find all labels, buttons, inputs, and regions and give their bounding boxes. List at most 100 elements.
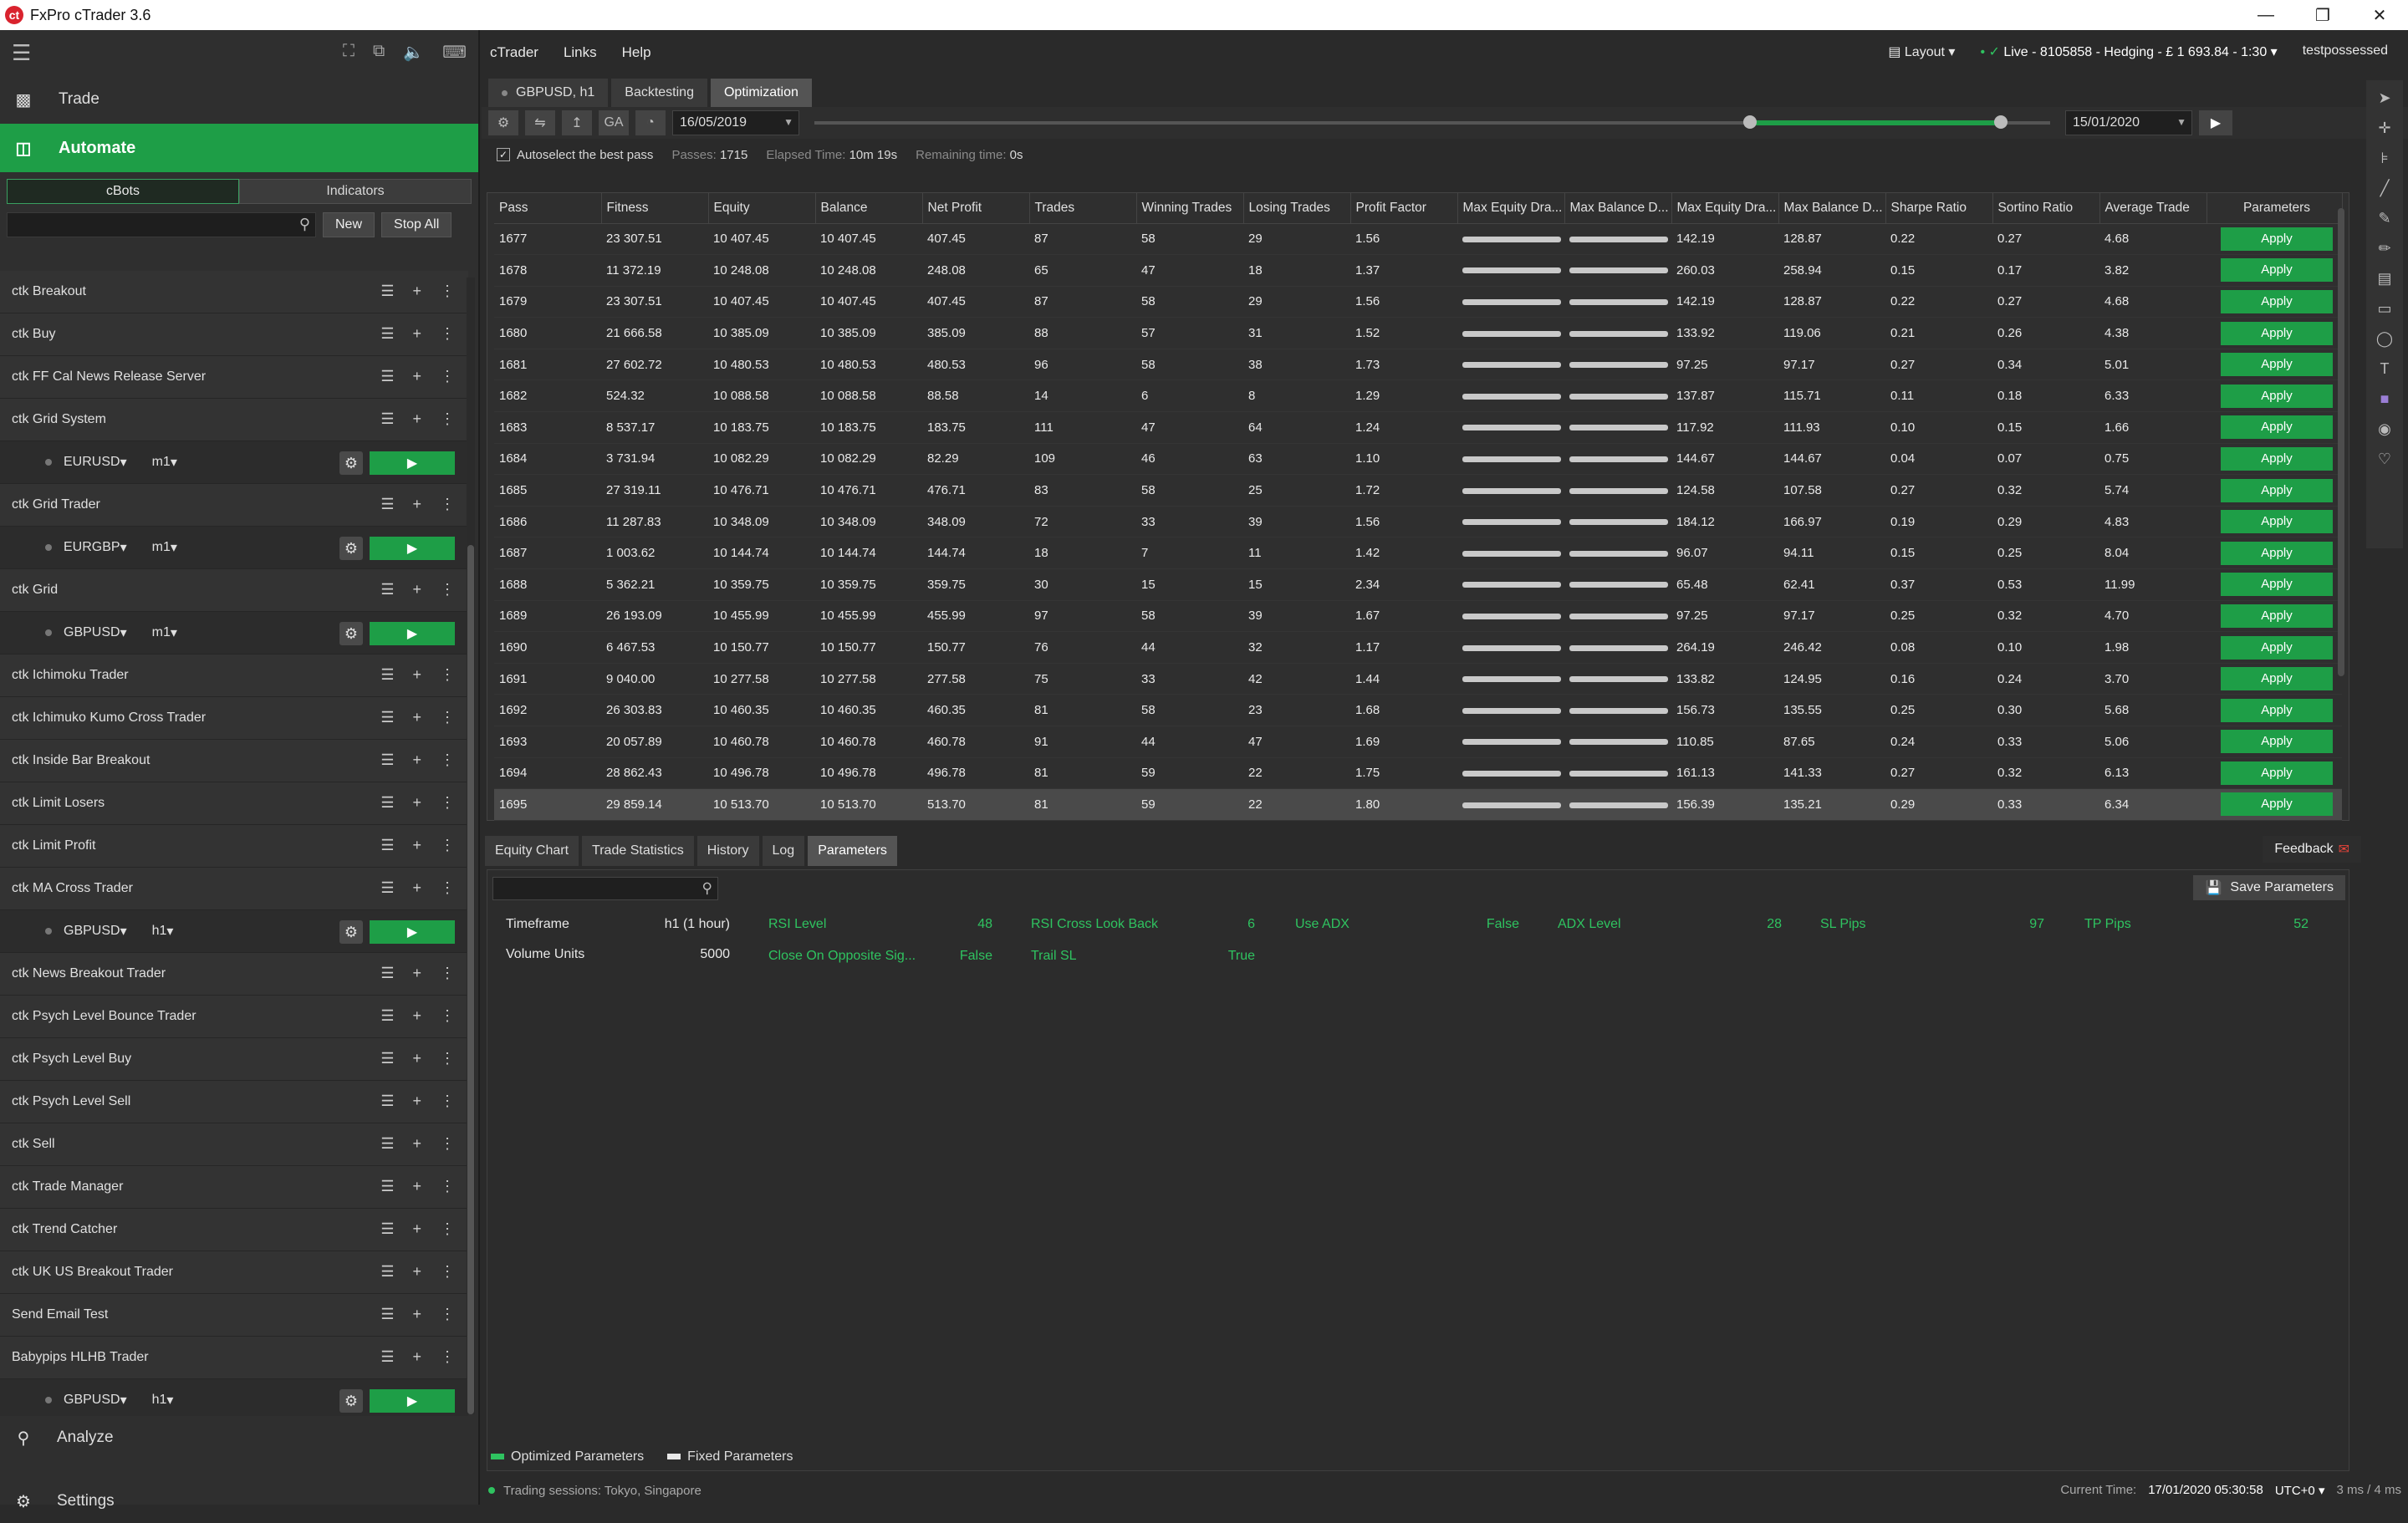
instance-play-button[interactable]: ▶: [370, 920, 455, 944]
instance-play-button[interactable]: ▶: [370, 451, 455, 475]
line-tool-icon[interactable]: ⊧: [2380, 147, 2388, 169]
bot-row[interactable]: ctk Limit Losers ☰ + ⋮: [0, 782, 468, 825]
instance-row[interactable]: EURGBP ▾ m1 ▾ ⚙ ▶: [0, 527, 468, 569]
bottom-tab[interactable]: Trade Statistics: [582, 836, 694, 866]
column-header[interactable]: Equity: [708, 193, 816, 224]
table-row[interactable]: 1693 20 057.89 10 460.78 10 460.78 460.78 91 4…: [494, 726, 2342, 758]
backtest-icon[interactable]: ☰: [380, 1348, 394, 1366]
add-instance-icon[interactable]: +: [412, 965, 421, 982]
parameter-item[interactable]: RSI Cross Look Back 6: [1031, 917, 1255, 937]
menu-links[interactable]: Links: [564, 44, 597, 61]
fullscreen-icon[interactable]: ⛶: [343, 42, 355, 63]
instance-row[interactable]: GBPUSD ▾ m1 ▾ ⚙ ▶: [0, 612, 468, 655]
table-row[interactable]: 1685 27 319.11 10 476.71 10 476.71 476.71 83 5…: [494, 474, 2342, 507]
table-row[interactable]: 1687 1 003.62 10 144.74 10 144.74 144.74 18 7 1…: [494, 537, 2342, 570]
backtest-icon[interactable]: ☰: [380, 666, 394, 684]
column-header[interactable]: Balance: [815, 193, 923, 224]
more-options-icon[interactable]: ⋮: [440, 751, 455, 769]
backtest-icon[interactable]: ☰: [380, 1135, 394, 1153]
restore-icon[interactable]: ❐: [2294, 0, 2351, 30]
pencil-icon[interactable]: ✏: [2378, 237, 2390, 259]
parameter-item[interactable]: RSI Level 48: [768, 917, 992, 937]
bot-row[interactable]: ctk Sell ☰ + ⋮: [0, 1123, 468, 1166]
add-instance-icon[interactable]: +: [412, 1007, 421, 1025]
more-options-icon[interactable]: ⋮: [440, 1348, 455, 1366]
slider-end-handle[interactable]: [1993, 115, 2008, 129]
parameter-value[interactable]: 6: [1247, 917, 1255, 932]
apply-button[interactable]: Apply: [2221, 667, 2333, 691]
instance-row[interactable]: EURUSD ▾ m1 ▾ ⚙ ▶: [0, 441, 468, 484]
rectangle-icon[interactable]: ▭: [2377, 298, 2391, 319]
apply-button[interactable]: Apply: [2221, 353, 2333, 377]
more-options-icon[interactable]: ⋮: [440, 581, 455, 599]
tab-optimization[interactable]: Optimization: [710, 79, 812, 107]
bottom-tab[interactable]: History: [696, 836, 759, 866]
backtest-icon[interactable]: ☰: [380, 1306, 394, 1323]
bot-row[interactable]: ctk Ichimoku Trader ☰ + ⋮: [0, 655, 468, 697]
nav-analyze[interactable]: ⚲ Analyze: [0, 1416, 478, 1459]
bot-row[interactable]: ctk FF Cal News Release Server ☰ + ⋮: [0, 356, 468, 399]
parameter-value[interactable]: 48: [977, 917, 992, 932]
backtest-icon[interactable]: ☰: [380, 794, 394, 812]
add-instance-icon[interactable]: +: [412, 496, 421, 513]
parameter-item[interactable]: Use ADX False: [1295, 917, 1519, 937]
cursor-icon[interactable]: ➤: [2378, 87, 2390, 109]
bot-row[interactable]: ctk Limit Profit ☰ + ⋮: [0, 825, 468, 868]
parameter-value[interactable]: 52: [2293, 917, 2309, 932]
bot-row[interactable]: Babypips HLHB Trader ☰ + ⋮: [0, 1337, 468, 1379]
add-instance-icon[interactable]: +: [412, 1306, 421, 1323]
stop-all-button[interactable]: Stop All: [381, 212, 452, 237]
table-row[interactable]: 1692 26 303.83 10 460.35 10 460.35 460.35 81 5…: [494, 694, 2342, 726]
backtest-icon[interactable]: ☰: [380, 1178, 394, 1195]
feedback-button[interactable]: Feedback ✉: [2263, 836, 2361, 863]
instance-settings-icon[interactable]: ⚙: [339, 920, 363, 944]
add-instance-icon[interactable]: +: [412, 1093, 421, 1110]
parameter-item[interactable]: TP Pips 52: [2084, 917, 2309, 937]
chevron-down-icon[interactable]: ▾: [171, 539, 177, 556]
add-instance-icon[interactable]: +: [412, 751, 421, 769]
backtest-icon[interactable]: ☰: [380, 283, 394, 300]
backtest-icon[interactable]: ☰: [380, 751, 394, 769]
column-header[interactable]: Parameters: [2206, 193, 2343, 224]
chevron-down-icon[interactable]: ▾: [166, 923, 173, 940]
tab-indicators[interactable]: Indicators: [239, 179, 472, 204]
column-header[interactable]: Max Balance D...: [1778, 193, 1886, 224]
table-row[interactable]: 1691 9 040.00 10 277.58 10 277.58 277.58 75 33…: [494, 663, 2342, 695]
nav-settings[interactable]: ⚙ Settings: [0, 1480, 478, 1523]
more-options-icon[interactable]: ⋮: [440, 1050, 455, 1067]
backtest-icon[interactable]: ☰: [380, 709, 394, 726]
add-instance-icon[interactable]: +: [412, 1135, 421, 1153]
crosshair-icon[interactable]: ✛: [2378, 117, 2390, 139]
instance-symbol[interactable]: GBPUSD: [64, 924, 120, 939]
tab-backtesting[interactable]: Backtesting: [611, 79, 707, 107]
tab-cbots[interactable]: cBots: [7, 179, 239, 204]
more-options-icon[interactable]: ⋮: [440, 965, 455, 982]
more-options-icon[interactable]: ⋮: [440, 410, 455, 428]
backtest-icon[interactable]: ☰: [380, 1220, 394, 1238]
grid-scrollbar[interactable]: [2337, 198, 2345, 817]
bot-row[interactable]: ctk Psych Level Bounce Trader ☰ + ⋮: [0, 996, 468, 1038]
instance-play-button[interactable]: ▶: [370, 622, 455, 645]
instance-timeframe[interactable]: m1: [152, 625, 171, 640]
add-instance-icon[interactable]: +: [412, 879, 421, 897]
add-instance-icon[interactable]: +: [412, 1348, 421, 1366]
bot-row[interactable]: ctk UK US Breakout Trader ☰ + ⋮: [0, 1251, 468, 1294]
backtest-icon[interactable]: ☰: [380, 496, 394, 513]
column-header[interactable]: Trades: [1029, 193, 1137, 224]
fibonacci-icon[interactable]: ▤: [2377, 267, 2391, 289]
instance-play-button[interactable]: ▶: [370, 1389, 455, 1413]
apply-button[interactable]: Apply: [2221, 321, 2333, 345]
nav-automate[interactable]: ◫ Automate: [0, 124, 478, 172]
more-options-icon[interactable]: ⋮: [440, 1007, 455, 1025]
column-header[interactable]: Pass: [494, 193, 602, 224]
parameter-value[interactable]: False: [960, 949, 992, 964]
username[interactable]: testpossessed: [2303, 43, 2388, 60]
table-row[interactable]: 1679 23 307.51 10 407.45 10 407.45 407.45 87 5…: [494, 286, 2342, 318]
language-icon[interactable]: ⌨: [442, 42, 467, 63]
table-row[interactable]: 1677 23 307.51 10 407.45 10 407.45 407.45 87 5…: [494, 223, 2342, 256]
bottom-tab[interactable]: Equity Chart: [485, 836, 579, 866]
apply-button[interactable]: Apply: [2221, 604, 2333, 628]
bot-row[interactable]: ctk Psych Level Buy ☰ + ⋮: [0, 1038, 468, 1081]
add-instance-icon[interactable]: +: [412, 666, 421, 684]
parameter-item[interactable]: SL Pips 97: [1820, 917, 2044, 937]
